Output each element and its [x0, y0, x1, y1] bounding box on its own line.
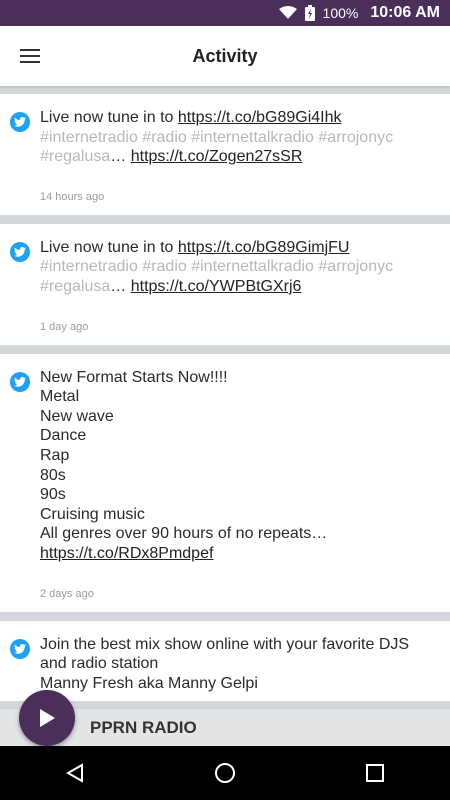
tweet-text: New Format Starts Now!!!! Metal New wave…: [40, 368, 430, 564]
twitter-bird-icon: [10, 112, 30, 132]
tweet-line: New wave: [40, 407, 114, 425]
tweet-link[interactable]: https://t.co/bG89GimjFU: [178, 239, 350, 256]
tweet-line: Manny Fresh aka Manny Gelpi: [40, 674, 258, 692]
tweet-timestamp: 1 day ago: [40, 320, 89, 333]
page-title: Activity: [192, 45, 258, 66]
tweet-line: 90s: [40, 486, 66, 504]
system-nav-bar: [0, 746, 450, 800]
activity-feed[interactable]: Live now tune in to https://t.co/bG89Gi4…: [0, 86, 450, 708]
tweet-ellipsis: …: [110, 148, 131, 166]
tweet-timestamp: 2 days ago: [40, 587, 94, 600]
tweet-link[interactable]: https://t.co/bG89Gi4Ihk: [178, 109, 342, 126]
status-time: 10:06 AM: [370, 4, 440, 21]
home-circle-icon[interactable]: [195, 746, 255, 800]
tweet-line: Join the best mix show online with your …: [40, 635, 410, 673]
recents-square-icon[interactable]: [345, 746, 405, 800]
status-bar: 100% 10:06 AM: [0, 0, 450, 26]
twitter-bird-icon: [10, 371, 30, 392]
tweet-line: Rap: [40, 446, 70, 464]
tweet-text: Live now tune in to https://t.co/bG89Gim…: [40, 238, 430, 297]
tweet-body: Live now tune in to: [40, 109, 178, 126]
tweet-body: Live now tune in to: [40, 238, 178, 256]
battery-percent: 100%: [322, 5, 359, 21]
wifi-icon: [278, 6, 297, 20]
tweet-card[interactable]: Join the best mix show online with your …: [0, 620, 450, 702]
tweet-link[interactable]: https://t.co/Zogen27sSR: [131, 148, 303, 165]
tweet-card[interactable]: New Format Starts Now!!!! Metal New wave…: [0, 353, 450, 612]
tweet-line: Dance: [40, 427, 87, 445]
tweet-line: Metal: [40, 388, 80, 406]
play-button[interactable]: [19, 690, 75, 746]
tweet-line: Cruising music: [40, 505, 145, 523]
twitter-bird-icon: [10, 241, 30, 262]
tweet-link[interactable]: https://t.co/YWPBtGXrj6: [131, 278, 302, 295]
station-name: PPRN RADIO: [90, 718, 197, 737]
twitter-bird-icon: [10, 638, 30, 659]
tweet-card[interactable]: Live now tune in to https://t.co/bG89Gi4…: [0, 94, 450, 215]
tweet-text: Join the best mix show online with your …: [40, 635, 430, 694]
tweet-line: All genres over 90 hours of no repeats…: [40, 525, 328, 543]
tweet-text: Live now tune in to https://t.co/bG89Gi4…: [40, 108, 430, 167]
tweet-line: New Format Starts Now!!!!: [40, 368, 228, 386]
battery-icon: [304, 5, 315, 21]
tweet-link[interactable]: https://t.co/RDx8Pmdpef: [40, 545, 213, 562]
hamburger-menu-icon[interactable]: [0, 26, 60, 86]
tweet-ellipsis: …: [110, 277, 131, 295]
tweet-card[interactable]: Live now tune in to https://t.co/bG89Gim…: [0, 223, 450, 345]
tweet-line: 80s: [40, 466, 66, 484]
back-triangle-icon[interactable]: [45, 746, 105, 800]
app-bar: Activity: [0, 26, 450, 86]
tweet-timestamp: 14 hours ago: [40, 190, 105, 203]
play-icon: [40, 709, 55, 727]
